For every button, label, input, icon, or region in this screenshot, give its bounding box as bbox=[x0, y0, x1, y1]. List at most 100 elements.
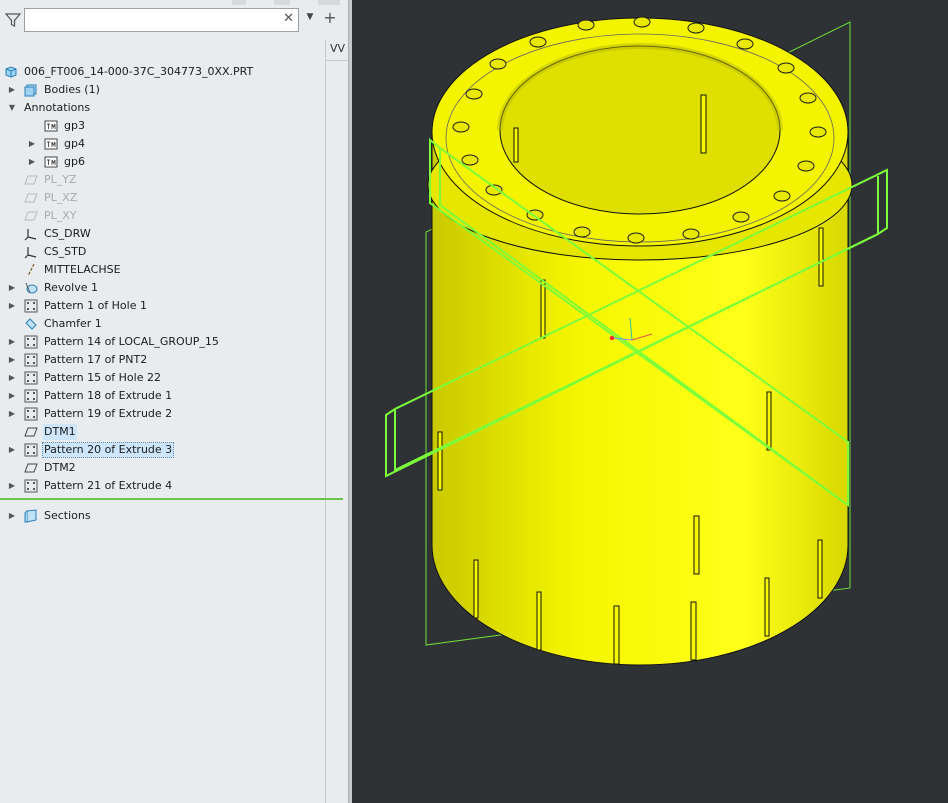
model-tree-panel: ✕ ▼ + VV 006_FT006_14-000-37C_304773_0XX… bbox=[0, 0, 348, 803]
tree-item-annotations[interactable]: ▼ Annotations bbox=[0, 99, 320, 117]
datum-plane-icon bbox=[24, 427, 38, 437]
expand-arrow-icon[interactable]: ▶ bbox=[7, 477, 17, 495]
tree-item-pl-xz[interactable]: PL_XZ bbox=[0, 189, 320, 207]
tree-item-pattern-20[interactable]: ▶ Pattern 20 of Extrude 3 bbox=[0, 441, 320, 459]
tree-item-label: Pattern 1 of Hole 1 bbox=[44, 299, 147, 312]
tree-item-cs-drw[interactable]: CS_DRW bbox=[0, 225, 320, 243]
bodies-icon bbox=[24, 84, 37, 97]
datum-plane-icon bbox=[24, 463, 38, 473]
datum-plane-icon bbox=[24, 175, 38, 185]
tree-item-gp6[interactable]: ▶ gp6 bbox=[0, 153, 320, 171]
tree-item-label: MITTELACHSE bbox=[44, 263, 121, 276]
filter-icon[interactable] bbox=[4, 11, 22, 29]
tree-item-dtm2[interactable]: DTM2 bbox=[0, 459, 320, 477]
expand-arrow-icon[interactable]: ▶ bbox=[7, 279, 17, 297]
datum-axis-icon bbox=[27, 263, 35, 277]
tree-item-dtm1[interactable]: DTM1 bbox=[0, 423, 320, 441]
pattern-icon bbox=[24, 479, 38, 493]
tree-item-pattern-18[interactable]: ▶ Pattern 18 of Extrude 1 bbox=[0, 387, 320, 405]
tree-item-label: gp6 bbox=[64, 155, 85, 168]
tree-item-revolve-1[interactable]: ▶ Revolve 1 bbox=[0, 279, 320, 297]
tree-item-chamfer-1[interactable]: Chamfer 1 bbox=[0, 315, 320, 333]
tree-item-label: CS_STD bbox=[44, 245, 87, 258]
expand-arrow-icon[interactable]: ▶ bbox=[27, 153, 37, 171]
chamfer-icon bbox=[25, 318, 37, 330]
expand-arrow-icon[interactable]: ▶ bbox=[7, 369, 17, 387]
tree-item-gp3[interactable]: gp3 bbox=[0, 117, 320, 135]
expand-arrow-icon[interactable]: ▶ bbox=[7, 81, 17, 99]
model-3d-view[interactable] bbox=[352, 0, 948, 803]
tree-item-sections[interactable]: ▶ Sections bbox=[0, 507, 320, 525]
datum-plane-icon bbox=[24, 193, 38, 203]
tree-item-pattern-17[interactable]: ▶ Pattern 17 of PNT2 bbox=[0, 351, 320, 369]
tree-item-label: Annotations bbox=[24, 101, 91, 114]
model-tree: 006_FT006_14-000-37C_304773_0XX.PRT ▶ Bo… bbox=[0, 62, 325, 803]
expand-arrow-icon[interactable]: ▶ bbox=[7, 441, 17, 459]
tree-item-label: DTM1 bbox=[43, 424, 77, 440]
annotation-icon bbox=[44, 138, 58, 150]
tree-item-label: CS_DRW bbox=[44, 227, 91, 240]
tree-item-pattern-19[interactable]: ▶ Pattern 19 of Extrude 2 bbox=[0, 405, 320, 423]
sections-icon bbox=[24, 509, 37, 523]
column-divider[interactable] bbox=[325, 40, 326, 803]
column-header[interactable]: VV bbox=[326, 42, 348, 61]
tree-item-label: Chamfer 1 bbox=[44, 317, 102, 330]
datum-plane-icon bbox=[24, 211, 38, 221]
pattern-icon bbox=[24, 407, 38, 421]
insert-here-line[interactable] bbox=[0, 498, 343, 500]
expand-arrow-icon[interactable]: ▶ bbox=[7, 351, 17, 369]
part-icon bbox=[5, 66, 17, 78]
search-dropdown-icon[interactable]: ▼ bbox=[304, 12, 316, 24]
toolbar-stub-icon[interactable] bbox=[232, 0, 246, 5]
pattern-icon bbox=[24, 335, 38, 349]
add-icon[interactable]: + bbox=[322, 8, 338, 27]
expand-arrow-icon[interactable]: ▶ bbox=[7, 387, 17, 405]
tree-item-label: PL_YZ bbox=[44, 173, 77, 186]
tree-item-bodies[interactable]: ▶ Bodies (1) bbox=[0, 81, 320, 99]
toolbar-stub-icon[interactable] bbox=[318, 0, 340, 5]
tree-item-label: Bodies (1) bbox=[44, 83, 100, 96]
tree-item-label: Sections bbox=[44, 509, 91, 522]
tree-item-mittelachse[interactable]: MITTELACHSE bbox=[0, 261, 320, 279]
tree-item-label: Pattern 14 of LOCAL_GROUP_15 bbox=[44, 335, 219, 348]
toolbar-stub-icon[interactable] bbox=[274, 0, 290, 5]
tree-item-pattern-14[interactable]: ▶ Pattern 14 of LOCAL_GROUP_15 bbox=[0, 333, 320, 351]
expand-arrow-icon[interactable]: ▶ bbox=[7, 333, 17, 351]
graphics-viewport[interactable] bbox=[352, 0, 948, 803]
tree-item-label: Pattern 18 of Extrude 1 bbox=[44, 389, 173, 402]
tree-item-label: PL_XY bbox=[44, 209, 77, 222]
tree-item-pl-xy[interactable]: PL_XY bbox=[0, 207, 320, 225]
tree-item-label: gp3 bbox=[64, 119, 85, 132]
tree-item-label: Pattern 19 of Extrude 2 bbox=[44, 407, 173, 420]
tree-item-label: PL_XZ bbox=[44, 191, 78, 204]
clear-icon[interactable]: ✕ bbox=[283, 11, 294, 26]
annotation-icon bbox=[44, 156, 58, 168]
tree-item-pattern-21[interactable]: ▶ Pattern 21 of Extrude 4 bbox=[0, 477, 320, 495]
tree-item-pattern-1[interactable]: ▶ Pattern 1 of Hole 1 bbox=[0, 297, 320, 315]
expand-arrow-icon[interactable]: ▶ bbox=[7, 297, 17, 315]
annotation-icon bbox=[44, 120, 58, 132]
tree-root-part[interactable]: 006_FT006_14-000-37C_304773_0XX.PRT bbox=[0, 63, 320, 81]
coordinate-system-icon bbox=[24, 247, 37, 259]
pattern-icon bbox=[24, 371, 38, 385]
pattern-icon bbox=[24, 299, 38, 313]
expand-arrow-icon[interactable]: ▶ bbox=[7, 507, 17, 525]
tree-item-cs-std[interactable]: CS_STD bbox=[0, 243, 320, 261]
tree-item-label: gp4 bbox=[64, 137, 85, 150]
tree-item-label: Pattern 17 of PNT2 bbox=[44, 353, 148, 366]
tree-item-pattern-15[interactable]: ▶ Pattern 15 of Hole 22 bbox=[0, 369, 320, 387]
tree-search-input[interactable] bbox=[29, 10, 283, 32]
revolve-icon bbox=[25, 282, 38, 294]
tree-item-pl-yz[interactable]: PL_YZ bbox=[0, 171, 320, 189]
tree-item-label: DTM2 bbox=[44, 461, 76, 474]
collapse-arrow-icon[interactable]: ▼ bbox=[7, 99, 17, 117]
tree-root-label: 006_FT006_14-000-37C_304773_0XX.PRT bbox=[24, 65, 254, 78]
tree-search-field[interactable]: ✕ bbox=[24, 8, 299, 32]
pattern-icon bbox=[24, 353, 38, 367]
expand-arrow-icon[interactable]: ▶ bbox=[7, 405, 17, 423]
coordinate-system-icon bbox=[24, 229, 37, 241]
expand-arrow-icon[interactable]: ▶ bbox=[27, 135, 37, 153]
tree-item-label: Pattern 21 of Extrude 4 bbox=[44, 479, 173, 492]
tree-item-gp4[interactable]: ▶ gp4 bbox=[0, 135, 320, 153]
tree-item-label: Pattern 20 of Extrude 3 bbox=[42, 442, 175, 458]
